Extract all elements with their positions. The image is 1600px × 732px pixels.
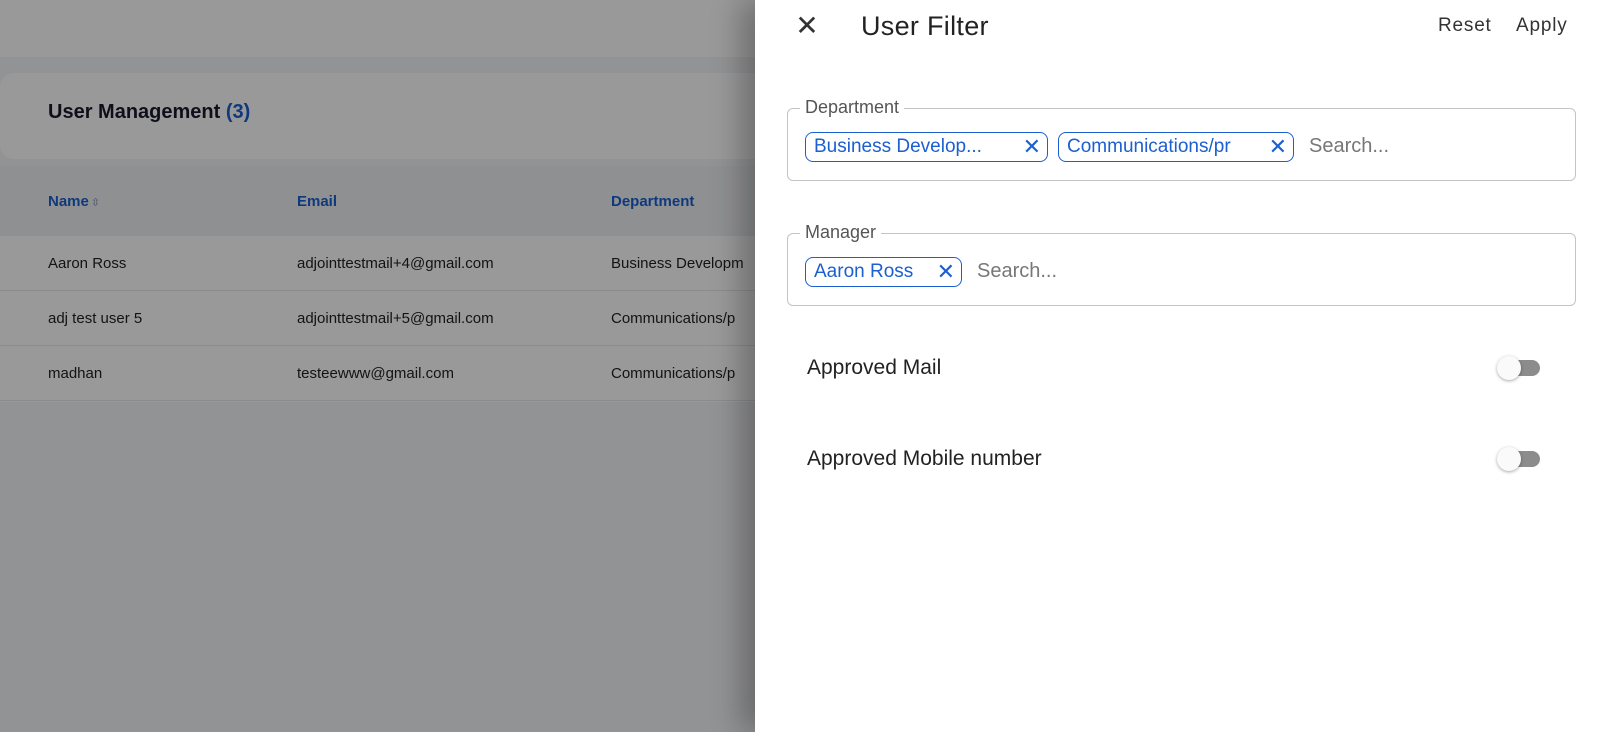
chip-label: Business Develop... xyxy=(814,136,982,157)
toggle-thumb xyxy=(1497,356,1521,380)
close-icon[interactable]: ✕ xyxy=(794,11,820,41)
toggle-thumb xyxy=(1497,447,1521,471)
drawer-title: User Filter xyxy=(861,11,989,41)
manager-chip: Aaron Ross ✕ xyxy=(805,257,962,287)
department-chip: Communications/pr ✕ xyxy=(1058,132,1294,162)
manager-filter-field[interactable]: Manager Aaron Ross ✕ xyxy=(787,222,1576,306)
approved-mobile-label: Approved Mobile number xyxy=(807,447,1042,470)
department-chip: Business Develop... ✕ xyxy=(805,132,1048,162)
reset-button[interactable]: Reset xyxy=(1438,15,1492,37)
chip-label: Communications/pr xyxy=(1067,136,1231,157)
apply-button[interactable]: Apply xyxy=(1516,15,1568,37)
chip-remove-icon[interactable]: ✕ xyxy=(937,258,955,285)
approved-mail-label: Approved Mail xyxy=(807,356,942,379)
chip-remove-icon[interactable]: ✕ xyxy=(1269,133,1287,160)
approved-mail-toggle[interactable] xyxy=(1497,355,1542,381)
manager-search-input[interactable] xyxy=(977,254,1277,288)
department-filter-field[interactable]: Department Business Develop... ✕ Communi… xyxy=(787,97,1576,181)
chip-label: Aaron Ross xyxy=(814,261,914,282)
chip-remove-icon[interactable]: ✕ xyxy=(1023,133,1041,160)
department-legend: Department xyxy=(800,97,905,118)
department-search-input[interactable] xyxy=(1309,129,1559,163)
manager-legend: Manager xyxy=(800,222,882,243)
approved-mobile-toggle[interactable] xyxy=(1497,446,1542,472)
